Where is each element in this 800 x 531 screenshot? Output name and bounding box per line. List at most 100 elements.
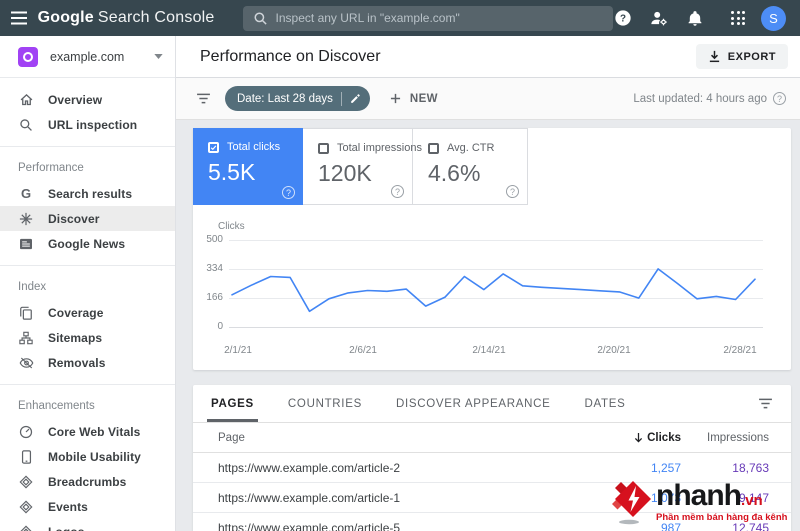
column-header-page[interactable]: Page xyxy=(193,432,586,444)
metric-value: 4.6% xyxy=(428,160,481,186)
help-icon[interactable]: ? xyxy=(613,8,633,28)
tab-pages[interactable]: PAGES xyxy=(207,385,258,422)
diamond-icon xyxy=(18,524,34,531)
column-header-clicks[interactable]: Clicks xyxy=(586,432,681,444)
sidebar-item-removals[interactable]: Removals xyxy=(0,350,175,375)
sidebar-item-breadcrumbs[interactable]: Breadcrumbs xyxy=(0,469,175,494)
watermark-tagline: Phần mềm bán hàng đa kênh xyxy=(656,512,788,523)
avatar[interactable]: S xyxy=(761,5,786,31)
sidebar-item-search-results[interactable]: G Search results xyxy=(0,181,175,206)
diamond-icon xyxy=(18,499,34,515)
magnifier-icon xyxy=(18,117,34,133)
sidebar-item-label: Coverage xyxy=(48,305,104,320)
last-updated: Last updated: 4 hours ago ? xyxy=(633,92,786,105)
nav-group-index: Index Coverage Sitemaps Removals xyxy=(0,266,175,385)
sidebar-item-label: Core Web Vitals xyxy=(48,424,141,439)
metric-card-avg-ctr[interactable]: Avg. CTR 4.6% ? xyxy=(413,128,528,205)
column-header-impressions[interactable]: Impressions xyxy=(681,432,791,444)
news-icon xyxy=(18,236,34,252)
filter-list-icon[interactable] xyxy=(196,93,211,104)
google-search-console-app: GoogleSearch Console ? xyxy=(0,0,800,531)
menu-icon[interactable] xyxy=(0,0,38,36)
clicks-series-line xyxy=(231,268,756,313)
chevron-down-icon xyxy=(154,54,163,59)
page-url-link[interactable]: https://www.example.com/article-2 xyxy=(193,461,586,475)
property-selector[interactable]: example.com xyxy=(0,36,175,78)
section-enhancements: Enhancements xyxy=(18,400,95,412)
sort-down-icon xyxy=(634,432,643,443)
nhanh-watermark-text: nhanh .vn Phần mềm bán hàng đa kênh xyxy=(656,479,788,524)
sidebar-item-label: URL inspection xyxy=(48,117,138,132)
discover-asterisk-icon xyxy=(18,211,34,227)
topbar-actions: ? S xyxy=(613,5,800,31)
new-label: NEW xyxy=(409,92,438,105)
tab-discover-appearance[interactable]: DISCOVER APPEARANCE xyxy=(396,385,551,422)
checkbox-checked-icon xyxy=(208,141,219,153)
tab-countries[interactable]: COUNTRIES xyxy=(288,385,362,422)
filter-bar: Date: Last 28 days NEW Last updated: 4 h… xyxy=(176,78,800,120)
sidebar-item-label: Search results xyxy=(48,186,133,201)
main-content: Performance on Discover EXPORT Date: Las… xyxy=(176,36,800,531)
page-url-link[interactable]: https://www.example.com/article-1 xyxy=(193,491,586,505)
metric-label: Avg. CTR xyxy=(447,142,495,154)
page-url-link[interactable]: https://www.example.com/article-5 xyxy=(193,521,586,531)
metric-value: 120K xyxy=(318,160,372,186)
x-tick: 2/1/21 xyxy=(224,345,252,356)
sidebar-item-sitemaps[interactable]: Sitemaps xyxy=(0,325,175,350)
sidebar-item-coverage[interactable]: Coverage xyxy=(0,300,175,325)
last-updated-text: Last updated: 4 hours ago xyxy=(633,92,767,105)
date-filter-chip[interactable]: Date: Last 28 days xyxy=(225,86,370,111)
table-tabs: PAGES COUNTRIES DISCOVER APPEARANCE DATE… xyxy=(193,385,791,423)
manage-users-icon[interactable] xyxy=(649,8,669,28)
topbar: GoogleSearch Console ? xyxy=(0,0,800,36)
download-icon xyxy=(708,50,721,63)
sidebar-item-label: Google News xyxy=(48,236,126,251)
sidebar-item-label: Mobile Usability xyxy=(48,449,141,464)
help-outline-icon[interactable]: ? xyxy=(282,186,295,199)
notifications-bell-icon[interactable] xyxy=(685,8,705,28)
sidebar-item-label: Breadcrumbs xyxy=(48,474,127,489)
section-performance: Performance xyxy=(18,162,84,174)
impressions-value: 18,763 xyxy=(732,460,769,475)
export-label: EXPORT xyxy=(727,50,776,63)
sidebar-item-logos[interactable]: Logos xyxy=(0,519,175,531)
metric-card-total-clicks[interactable]: Total clicks 5.5K ? xyxy=(193,128,303,205)
sidebar-item-discover[interactable]: Discover xyxy=(0,206,175,231)
metric-label: Total impressions xyxy=(337,142,422,154)
tab-dates[interactable]: DATES xyxy=(585,385,626,422)
help-outline-icon[interactable]: ? xyxy=(773,92,786,105)
sidebar: example.com Overview URL inspection Perf… xyxy=(0,36,176,531)
sidebar-item-label: Events xyxy=(48,499,88,514)
export-button[interactable]: EXPORT xyxy=(695,44,788,69)
sidebar-item-google-news[interactable]: Google News xyxy=(0,231,175,256)
nav-group-enhancements: Enhancements Core Web Vitals Mobile Usab… xyxy=(0,385,175,531)
sidebar-item-url-inspection[interactable]: URL inspection xyxy=(0,112,175,137)
metric-card-total-impressions[interactable]: Total impressions 120K ? xyxy=(303,128,422,205)
new-filter-button[interactable]: NEW xyxy=(390,93,438,105)
url-inspect-searchbox[interactable] xyxy=(242,5,613,31)
sidebar-item-events[interactable]: Events xyxy=(0,494,175,519)
sidebar-item-core-web-vitals[interactable]: Core Web Vitals xyxy=(0,419,175,444)
google-apps-icon[interactable] xyxy=(731,11,745,25)
table-filter-icon[interactable] xyxy=(758,385,773,422)
clicks-line-chart: Clicks 500 334 166 0 2/1/21 2/6/21 2/14/… xyxy=(193,205,791,370)
help-outline-icon[interactable]: ? xyxy=(506,185,519,198)
watermark-brand: nhanh xyxy=(656,479,742,512)
logo-suffix: Search Console xyxy=(97,9,215,26)
sidebar-item-overview[interactable]: Overview xyxy=(0,87,175,112)
help-outline-icon[interactable]: ? xyxy=(391,185,404,198)
google-g-icon: G xyxy=(20,186,32,201)
metric-value: 5.5K xyxy=(208,159,256,185)
performance-chart-card: Total clicks 5.5K ? Total impressions 12… xyxy=(193,128,791,370)
table-header-row: Page Clicks Impressions xyxy=(193,423,791,453)
sidebar-item-mobile-usability[interactable]: Mobile Usability xyxy=(0,444,175,469)
metric-label: Total clicks xyxy=(227,141,281,153)
diamond-icon xyxy=(18,474,34,490)
sitemap-icon xyxy=(18,330,34,346)
search-input[interactable] xyxy=(275,11,603,25)
clicks-header-label: Clicks xyxy=(647,431,681,444)
speed-gauge-icon xyxy=(18,424,34,440)
checkbox-empty-icon xyxy=(428,142,439,154)
nhanh-watermark: nhanh .vn Phần mềm bán hàng đa kênh xyxy=(602,479,787,525)
x-tick: 2/6/21 xyxy=(349,345,377,356)
